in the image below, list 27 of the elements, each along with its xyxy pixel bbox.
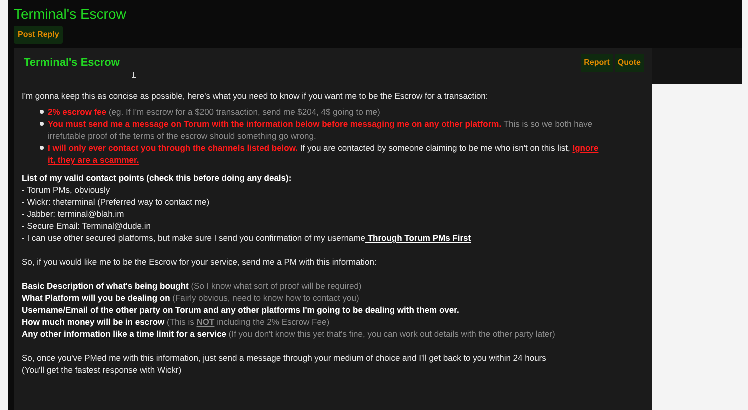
bullet-text: I will only ever contact you through the channels listed below. If you are contacted by someone claiming to be me who isn't on this list, Ignore it, they are a scammer. [48,142,600,166]
post-reply-button[interactable]: Post Reply [14,26,64,44]
contact-line: - Torum PMs, obviously [22,184,112,196]
cursor-icon [132,72,136,78]
bullet-icon [40,110,44,114]
bullet-text: 2% escrow fee (eg. If I'm escrow for a $200 transaction, send me $204, 4$ going to me) [48,106,380,118]
closing-text: (You'll get the fastest response with Wickr) [22,364,183,376]
post-action-button[interactable]: Report [581,54,613,72]
bullet-icon [40,146,44,150]
request-text: So, if you would like me to be the Escrow for your service, send me a PM with this information: [22,256,378,268]
contact-line: - Jabber: terminal@blah.im [22,208,126,220]
post-title: Terminal's Escrow [24,57,120,69]
thread-title: Terminal's Escrow [14,6,126,23]
info-line: Basic Description of what's being bought (So I know what sort of proof will be required) [22,280,363,292]
closing-text: So, once you've PMed me with this information, just send a message through your medium of choice and I'll get back to you within 24 hours [22,352,548,364]
post-action-button[interactable]: Quote [614,54,644,72]
info-line: How much money will be in escrow (This is NOT including the 2% Escrow Fee) [22,316,331,328]
intro-text: I'm gonna keep this as concise as possible, here's what you need to know if you want me to be the Escrow for a transaction: [22,90,490,102]
contact-line: - I can use other secured platforms, but make sure I send you confirmation of my username Through Torum PMs First [22,232,472,244]
bullet-text: You must send me a message on Torum with the information below before messaging me on any other platform. This is so we both have irrefutable proof of the terms of the escrow should something go wrong. [48,118,594,142]
info-line: Any other information like a time limit for a service (If you don't know this yet that's fine, you can work out details with the other party later) [22,328,556,340]
contact-line: - Secure Email: Terminal@dude.in [22,220,152,232]
bullet-icon [40,122,44,126]
info-line: Username/Email of the other party on Torum and any other platforms I'm going to be dealing with them over. [22,304,460,316]
contact-line: - Wickr: theterminal (Preferred way to contact me) [22,196,211,208]
info-line: What Platform will you be dealing on (Fairly obvious, need to know how to contact you) [22,292,360,304]
contacts-heading: List of my valid contact points (check this before doing any deals): [22,172,293,184]
